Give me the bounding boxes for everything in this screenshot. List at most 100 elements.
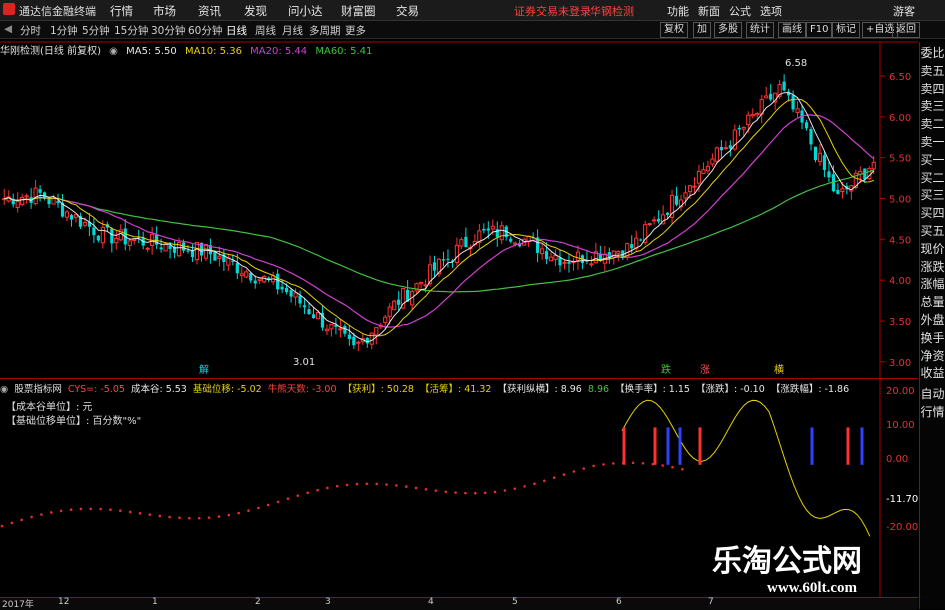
ind-item-shift: 基础位移: -5.02: [192, 384, 262, 395]
indicator-dot: [119, 509, 122, 513]
indicator-dot: [562, 473, 566, 476]
candle-body: [687, 185, 693, 193]
candle-body: [203, 244, 209, 259]
candle-body: [96, 235, 100, 241]
ind-item-days: 牛熊天数: -3.00: [267, 384, 337, 395]
candle-body: [352, 336, 356, 346]
candle-body: [791, 95, 795, 110]
candle-body: [822, 155, 827, 170]
candle-body: [298, 295, 302, 304]
candle-body: [548, 256, 554, 262]
date-label: 5: [512, 597, 518, 607]
candle-body: [276, 273, 280, 290]
candle-body: [871, 161, 876, 170]
candle-body: [558, 257, 562, 266]
side-label: 卖三: [920, 99, 945, 114]
pane-separator[interactable]: [0, 378, 918, 379]
indicator-dot-icon[interactable]: ◉: [0, 384, 8, 395]
indicator-name: 股票指标网: [14, 384, 62, 395]
side-label-lower[interactable]: 行情: [920, 403, 945, 420]
side-label-lower[interactable]: 自动: [920, 385, 945, 402]
indicator-dot: [217, 515, 221, 518]
candlestick-series: [2, 74, 876, 352]
indicator-dot: [335, 484, 339, 488]
watermark-title: 乐淘公式网: [712, 544, 862, 579]
indicator-dot: [326, 486, 329, 490]
candle-body: [315, 312, 321, 320]
candle-body: [634, 237, 639, 249]
candle-body: [616, 250, 621, 254]
indicator-dot: [355, 482, 359, 486]
candle-body: [285, 287, 289, 292]
candle-body: [701, 169, 706, 174]
indicator-dot: [414, 486, 418, 490]
candle-body: [719, 146, 723, 151]
indicator-dot: [247, 509, 250, 512]
price-tick-label: 5.50: [889, 154, 911, 165]
indicator-dot: [434, 489, 438, 492]
indicator-dot: [552, 476, 556, 480]
candle-body: [513, 242, 518, 245]
event-label-3: 涨: [700, 365, 710, 376]
side-label: 收益: [920, 366, 945, 381]
candle-body: [387, 306, 392, 317]
candle-body: [459, 239, 464, 247]
candle-body: [257, 278, 262, 282]
indicator-dot: [266, 503, 270, 507]
candle-body: [769, 93, 773, 100]
candle-body: [464, 236, 468, 248]
event-label-2: 跌: [661, 365, 671, 376]
candle-body: [244, 271, 249, 278]
indicator-dot: [375, 482, 378, 486]
indicator-dot: [582, 467, 586, 470]
chart-canvas[interactable]: 6.50 6.00 5.50 5.00 4.50 4.00 3.50 3.00 20.00 10…: [0, 0, 918, 597]
ma20-line: [4, 114, 875, 328]
indicator-dot: [345, 483, 349, 487]
indicator-dot: [158, 514, 162, 518]
candle-body: [186, 250, 190, 252]
candle-body: [114, 237, 119, 244]
candle-body: [423, 284, 428, 287]
candle-body: [145, 247, 150, 250]
candle-body: [343, 326, 347, 334]
candle-body: [741, 126, 746, 130]
price-tick-label: 3.50: [889, 317, 911, 328]
indicator-dot: [306, 491, 309, 495]
candle-body: [705, 165, 711, 172]
candle-body: [589, 263, 594, 266]
candle-body: [235, 263, 239, 274]
date-label: 2: [255, 597, 261, 607]
candle-body: [338, 328, 343, 331]
indicator-dot: [50, 511, 53, 514]
candle-body: [562, 261, 567, 264]
candle-body: [840, 188, 845, 192]
side-label: 买二: [920, 170, 945, 185]
date-label: 1: [152, 597, 158, 607]
indicator-dot: [474, 491, 477, 495]
indicator-dot: [671, 465, 674, 469]
indicator-dot: [464, 491, 467, 495]
ind-item-active: 【活筹】: 41.32: [420, 384, 492, 395]
event-label-4: 横: [774, 365, 784, 376]
indicator-dot: [30, 515, 33, 519]
candle-body: [696, 170, 702, 184]
candle-body: [567, 261, 571, 264]
indicator-dot: [454, 491, 457, 494]
watermark-url: www.60lt.com: [767, 580, 857, 596]
candle-body: [482, 228, 486, 231]
indicator-dot: [99, 507, 102, 511]
note-cost-unit: 【成本谷单位】: 元: [6, 402, 93, 413]
side-label: 买四: [920, 206, 945, 221]
candle-body: [307, 309, 311, 315]
candle-body: [499, 225, 504, 241]
indicator-dot: [40, 513, 43, 516]
indicator-legend: ◉ 股票指标网 CYS=: -5.05 成本谷: 5.53 基础位移: -5.0…: [0, 381, 852, 395]
indicator-dot: [631, 461, 635, 465]
candle-body: [159, 247, 163, 250]
indicator-dot: [59, 509, 63, 513]
side-label: 涨跌: [920, 259, 945, 274]
candle-body: [302, 305, 307, 308]
candle-body: [392, 300, 397, 311]
price-axis: 6.50 6.00 5.50 5.00 4.50 4.00 3.50 3.00: [880, 72, 911, 369]
candle-body: [280, 286, 284, 290]
